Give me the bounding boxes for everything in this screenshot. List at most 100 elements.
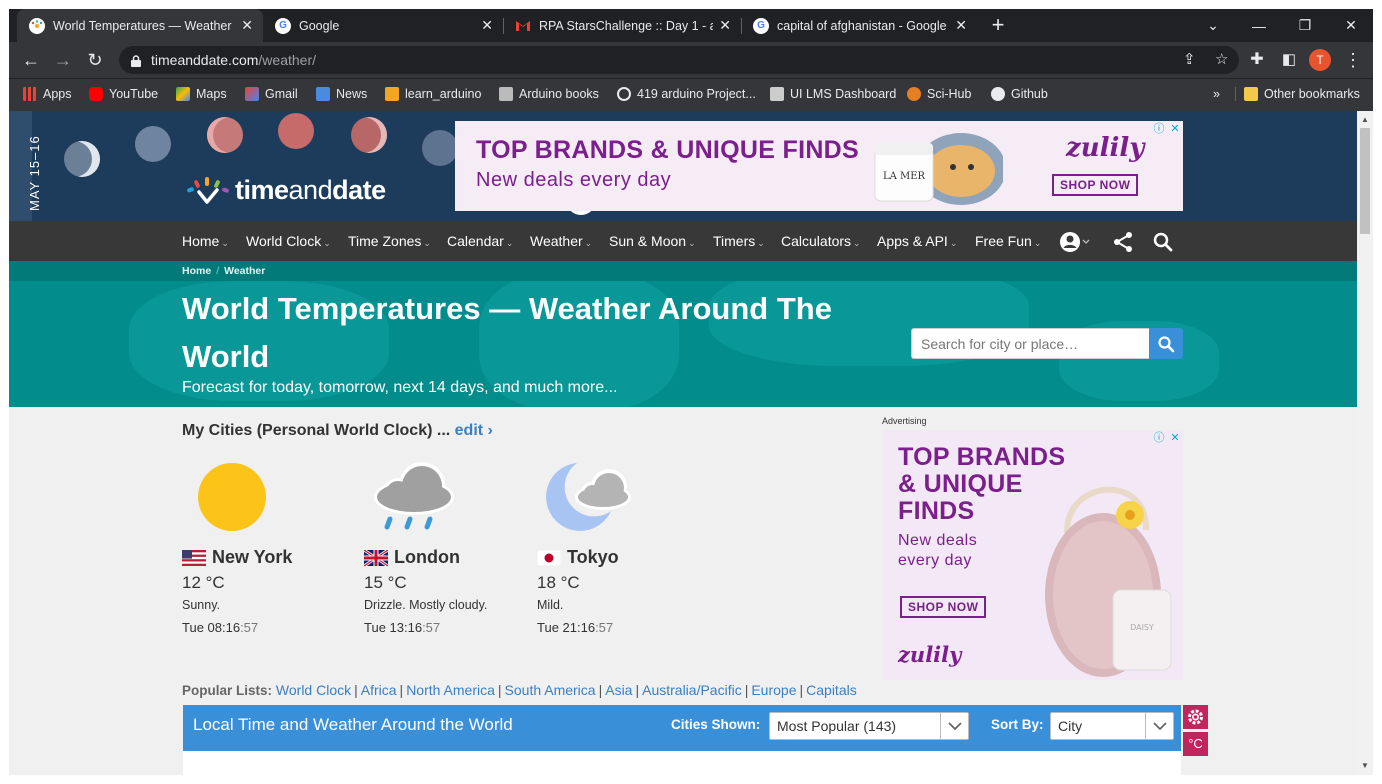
city-card-new-york[interactable]: New York 12 °C Sunny. Tue 08:16:57 [182, 459, 352, 635]
popular-link-europe[interactable]: Europe [751, 682, 796, 698]
restore-button[interactable]: ❐ [1283, 9, 1327, 42]
popular-link-capitals[interactable]: Capitals [806, 682, 857, 698]
search-icon[interactable] [1152, 231, 1174, 253]
scroll-up-arrow-icon[interactable]: ▲ [1361, 115, 1369, 124]
bookmark-gmail[interactable]: Gmail [245, 87, 298, 101]
popular-link-south-america[interactable]: South America [505, 682, 596, 698]
url-host: timeanddate.com [151, 52, 259, 68]
ad-close-icon[interactable]: ✕ [1168, 431, 1182, 445]
moon-date-label: MAY 15–16 [27, 135, 42, 211]
nav-label: Calendar [447, 233, 504, 249]
new-tab-button[interactable]: + [985, 13, 1011, 39]
bookmark-learn-arduino[interactable]: learn_arduino [385, 87, 481, 101]
moon-phase-icon [278, 113, 314, 149]
share-icon[interactable]: ⇪ [1183, 46, 1196, 74]
timeanddate-favicon-icon [29, 17, 45, 34]
bookmark-star-icon[interactable]: ☆ [1215, 46, 1228, 74]
bookmarks-overflow-button[interactable]: » [1213, 87, 1220, 101]
tab-search-chevron-icon[interactable]: ⌄ [1191, 9, 1235, 42]
city-card-tokyo[interactable]: Tokyo 18 °C Mild. Tue 21:16:57 [537, 459, 707, 635]
page-scrollbar[interactable]: ▲ ▼ [1357, 111, 1373, 775]
account-icon[interactable] [1059, 231, 1091, 253]
ad-shop-now-button[interactable]: SHOP NOW [900, 596, 987, 618]
nav-time-zones[interactable]: Time Zones ⌄ [348, 221, 431, 261]
city-search-input[interactable] [911, 328, 1149, 359]
bookmark-apps[interactable]: Apps [23, 87, 72, 101]
bookmark-github[interactable]: Github [991, 87, 1048, 101]
forward-arrow-icon[interactable]: → [51, 48, 75, 72]
nav-label: Apps & API [877, 233, 948, 249]
close-icon[interactable]: ✕ [955, 17, 967, 34]
bookmark-sci-hub[interactable]: Sci-Hub [907, 87, 971, 101]
popular-link-north-america[interactable]: North America [406, 682, 495, 698]
nav-calculators[interactable]: Calculators ⌄ [781, 221, 861, 261]
settings-gear-button[interactable] [1183, 705, 1208, 729]
ad-shop-now-button[interactable]: SHOP NOW [1052, 174, 1139, 196]
edit-cities-link[interactable]: edit › [455, 422, 493, 439]
nav-weather[interactable]: Weather ⌄ [530, 221, 592, 261]
temperature-unit-toggle[interactable]: °C [1183, 732, 1208, 756]
city-search-button[interactable] [1149, 328, 1183, 359]
nav-timers[interactable]: Timers ⌄ [713, 221, 765, 261]
nav-calendar[interactable]: Calendar ⌄ [447, 221, 513, 261]
ad-headline: TOP BRANDS & UNIQUE FINDS [898, 443, 1066, 525]
moon-date-tab[interactable]: MAY 15–16 [9, 111, 42, 221]
popular-link-africa[interactable]: Africa [361, 682, 397, 698]
bookmark-arduino-books[interactable]: Arduino books [499, 87, 599, 101]
site-logo[interactable]: timeanddate [183, 175, 386, 206]
popular-link-world-clock[interactable]: World Clock [276, 682, 351, 698]
japan-flag-icon [537, 549, 561, 566]
logo-text: timeanddate [235, 175, 386, 206]
ad-brand: zulily [898, 642, 962, 667]
breadcrumb-weather[interactable]: Weather [224, 265, 265, 277]
close-icon[interactable]: ✕ [481, 17, 493, 34]
link-separator: | [744, 682, 749, 698]
profile-avatar[interactable]: T [1309, 49, 1331, 71]
chevron-down-icon: ⌄ [853, 238, 861, 248]
scroll-down-arrow-icon[interactable]: ▼ [1361, 761, 1369, 770]
share-icon[interactable] [1112, 231, 1134, 253]
menu-kebab-icon[interactable]: ⋮ [1341, 48, 1365, 72]
bookmark-maps[interactable]: Maps [176, 87, 227, 101]
other-bookmarks[interactable]: Other bookmarks [1235, 87, 1360, 101]
tab-google-search[interactable]: G capital of afghanistan - Google S ✕ [741, 9, 977, 42]
close-window-button[interactable]: ✕ [1329, 9, 1373, 42]
extensions-puzzle-icon[interactable]: ✚ [1245, 48, 1269, 72]
cities-shown-select[interactable]: Most Popular (143) [769, 712, 969, 740]
scrollbar-thumb[interactable] [1360, 128, 1370, 234]
side-panel-icon[interactable]: ◧ [1277, 48, 1301, 72]
ad-close-icon[interactable]: ✕ [1168, 122, 1182, 136]
ad-info-icon[interactable]: ⓘ [1152, 431, 1166, 445]
moon-phase-icon [422, 130, 458, 166]
side-ad[interactable]: DAISY TOP BRANDS & UNIQUE FINDS New deal… [883, 430, 1183, 680]
ad-choices[interactable]: ⓘ ✕ [1152, 122, 1182, 136]
nav-apps-api[interactable]: Apps & API ⌄ [877, 221, 957, 261]
tab-rpa[interactable]: RPA StarsChallenge :: Day 1 - ada ✕ [503, 9, 741, 42]
sort-by-select[interactable]: City [1050, 712, 1174, 740]
back-arrow-icon[interactable]: ← [19, 48, 43, 72]
nav-home[interactable]: Home ⌄ [182, 221, 229, 261]
banner-ad[interactable]: TOP BRANDS & UNIQUE FINDS New deals ever… [455, 121, 1183, 211]
popular-link-asia[interactable]: Asia [605, 682, 632, 698]
breadcrumb-home[interactable]: Home [182, 265, 211, 277]
bookmark-ui-lms[interactable]: UI LMS Dashboard [770, 87, 896, 101]
ad-info-icon[interactable]: ⓘ [1152, 122, 1166, 136]
popular-link-australia-pacific[interactable]: Australia/Pacific [642, 682, 742, 698]
reload-icon[interactable]: ↻ [83, 48, 107, 72]
close-icon[interactable]: ✕ [719, 17, 731, 34]
bookmark-arduino-projects[interactable]: 419 arduino Project... [617, 87, 756, 101]
minimize-button[interactable]: — [1237, 9, 1281, 42]
bookmark-news[interactable]: News [316, 87, 367, 101]
city-name: London [364, 547, 460, 568]
tab-weather[interactable]: World Temperatures — Weather ✕ [17, 9, 263, 42]
city-card-london[interactable]: London 15 °C Drizzle. Mostly cloudy. Tue… [364, 459, 534, 635]
ad-choices[interactable]: ⓘ ✕ [1152, 431, 1182, 445]
nav-world-clock[interactable]: World Clock ⌄ [246, 221, 331, 261]
popular-lists-label: Popular Lists: [182, 683, 273, 698]
nav-free-fun[interactable]: Free Fun ⌄ [975, 221, 1041, 261]
nav-sun-moon[interactable]: Sun & Moon ⌄ [609, 221, 696, 261]
close-icon[interactable]: ✕ [241, 17, 253, 34]
address-bar[interactable]: timeanddate.com/weather/ ⇪ ☆ [119, 46, 1239, 74]
tab-google[interactable]: G Google ✕ [263, 9, 503, 42]
bookmark-youtube[interactable]: YouTube [89, 87, 158, 101]
